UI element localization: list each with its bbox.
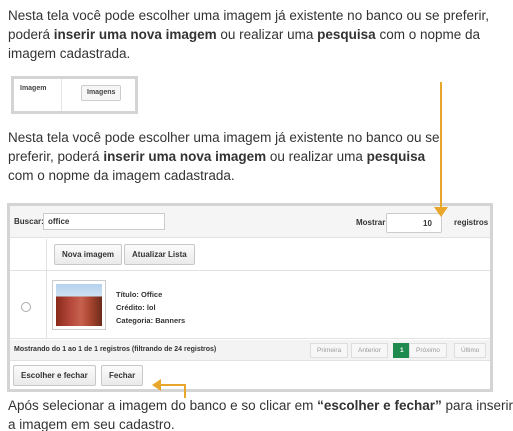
annotation-arrow-line [440, 82, 442, 210]
select-radio[interactable] [21, 302, 31, 312]
item-category: Categoria: Banners [116, 316, 186, 325]
new-image-button[interactable]: Nova imagem [54, 244, 123, 265]
show-label: Mostrar [356, 218, 386, 227]
page-first-button[interactable]: Primeira [310, 343, 349, 358]
image-thumbnail [52, 280, 106, 330]
annotation-arrow-left-icon [152, 379, 161, 391]
search-label: Buscar: [14, 217, 44, 226]
annotation-arrow-line-bottom [160, 384, 186, 386]
tab-imagem[interactable]: Imagem [20, 85, 46, 92]
intro-paragraph-top: Nesta tela você pode escolher uma imagem… [8, 8, 490, 61]
records-label: registros [454, 218, 489, 227]
records-info: Mostrando do 1 ao 1 de 1 registros (filt… [14, 346, 217, 353]
action-buttons-row: Nova imagem Atualizar Lista [10, 239, 490, 271]
outro-paragraph: Após selecionar a imagem do banco e so c… [8, 398, 513, 431]
refresh-list-button[interactable]: Atualizar Lista [124, 244, 195, 265]
building-photo [56, 284, 102, 326]
page-size-value: 10 [423, 219, 432, 228]
page-next-button[interactable]: Próximo [409, 343, 447, 358]
close-button[interactable]: Fechar [101, 365, 144, 386]
page-prev-button[interactable]: Anterior [351, 343, 388, 358]
image-picker-panel: Buscar: office Mostrar 10 registros Nova… [7, 203, 493, 392]
search-input[interactable]: office [43, 213, 165, 230]
item-credit: Crédito: lol [116, 303, 156, 312]
tab-strip-preview: Imagem Imagens [11, 76, 138, 114]
intro-paragraph-second: Nesta tela você pode escolher uma imagem… [8, 130, 440, 183]
page-current-button[interactable]: 1 [393, 343, 411, 358]
search-toolbar: Buscar: office Mostrar 10 registros [10, 206, 490, 238]
pagination-bar: Mostrando do 1 ao 1 de 1 registros (filt… [10, 340, 490, 361]
page-last-button[interactable]: Último [454, 343, 487, 358]
images-button[interactable]: Imagens [81, 85, 122, 101]
dialog-actions: Escolher e fechar Fechar [10, 362, 490, 389]
tab-divider [61, 79, 62, 111]
choose-close-button[interactable]: Escolher e fechar [13, 365, 96, 386]
item-title: Título: Office [116, 290, 163, 299]
annotation-arrow-down-icon [434, 207, 448, 217]
